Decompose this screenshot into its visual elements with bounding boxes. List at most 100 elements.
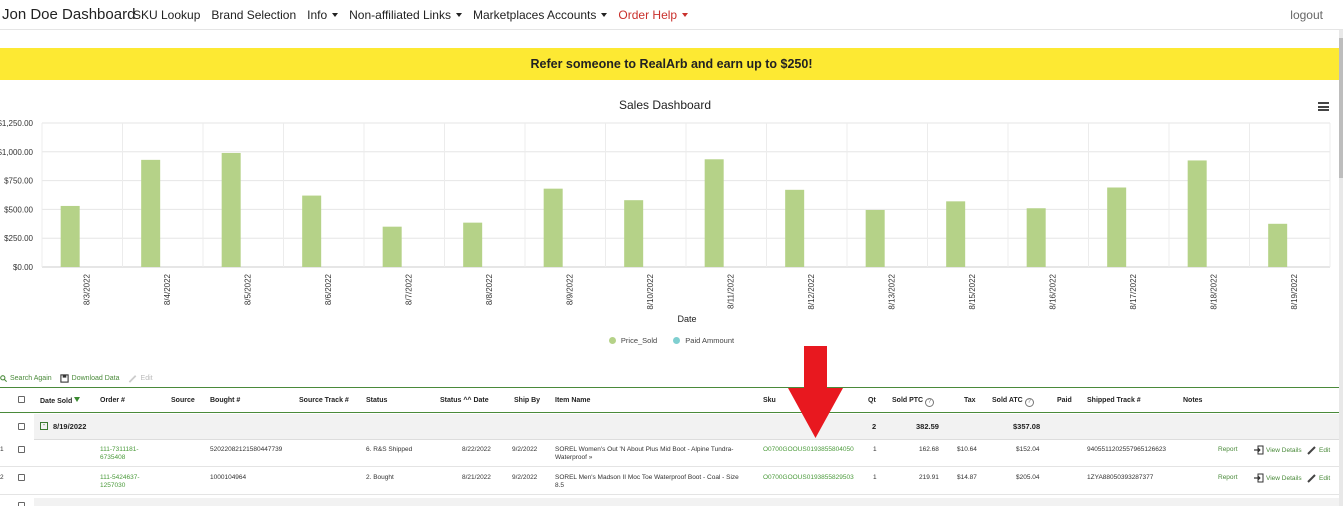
col-status-date[interactable]: Status ^^ Date [440,397,489,404]
col-paid[interactable]: Paid [1057,397,1072,404]
bar-8/19/2022[interactable] [1268,223,1288,267]
row-checkbox[interactable] [18,446,25,453]
y-tick-label: $500.00 [4,205,33,214]
save-disk-icon [60,374,69,383]
view-details-label: View Details [1266,474,1302,482]
bar-8/16/2022[interactable] [1026,208,1046,267]
col-date-sold[interactable]: Date Sold [40,397,81,405]
select-all-checkbox[interactable] [18,396,25,403]
bar-8/4/2022[interactable] [141,159,161,267]
group-date: 8/19/2022 [53,422,87,431]
order-number-link[interactable]: 111-5424637- 1257030 [100,474,160,490]
col-source[interactable]: Source [171,397,195,404]
x-tick-label: 8/6/2022 [324,273,333,305]
legend-item-price-sold[interactable]: Price_Sold [608,336,658,345]
group-row-partial [34,498,1339,506]
bar-8/12/2022[interactable] [785,189,805,267]
legend-label: Paid Ammount [685,336,735,345]
bar-8/11/2022[interactable] [704,159,724,267]
download-data-button[interactable]: Download Data [60,374,120,383]
bar-8/18/2022[interactable] [1187,160,1207,267]
nav-brand-selection[interactable]: Brand Selection [211,8,296,22]
col-tax[interactable]: Tax [964,397,976,404]
nav-brand-selection-label: Brand Selection [211,8,297,22]
help-icon[interactable]: ? [925,398,935,407]
nav-non-affiliated-links[interactable]: Non-affiliated Links [349,8,462,22]
report-link[interactable]: Report [1218,446,1238,453]
brand-title[interactable]: Jon Doe Dashboard [2,6,135,23]
group-checkbox[interactable] [18,423,25,430]
col-notes[interactable]: Notes [1183,397,1202,404]
expand-group-icon[interactable]: - [40,422,48,430]
legend-label: Price_Sold [620,336,658,345]
bar-8/8/2022[interactable] [463,222,483,267]
y-tick-label: $750.00 [4,177,33,186]
item-name-part: 8.5 [555,482,565,489]
bar-8/7/2022[interactable] [382,226,402,267]
group-sold-atc: $357.08 [1013,422,1041,431]
x-tick-label: 8/5/2022 [243,273,252,305]
y-tick-label: $1,250.00 [0,119,34,128]
bar-8/13/2022[interactable] [865,209,885,267]
status-value: 6. R&S Shipped [366,446,413,453]
help-icon[interactable]: ? [1024,398,1034,407]
x-tick-label: 8/16/2022 [1048,273,1057,309]
col-sold-ptc[interactable]: Sold PTC ? [892,397,935,407]
view-details-link[interactable]: View Details [1254,473,1302,483]
scrollbar-thumb[interactable] [1339,38,1343,178]
bar-8/17/2022[interactable] [1107,187,1127,267]
item-name: SOREL Women's Out 'N About Plus Mid Boot… [555,446,755,462]
col-bought[interactable]: Bought # [210,397,240,404]
nav-info[interactable]: Info [307,8,339,22]
search-again-label: Search Again [10,375,52,382]
pencil-icon [1307,446,1316,455]
col-date-sold-label: Date Sold [40,398,73,405]
col-order[interactable]: Order # [100,397,125,404]
col-qt[interactable]: Qt [868,397,876,404]
x-tick-label: 8/3/2022 [82,273,91,305]
col-ship-by[interactable]: Ship By [514,397,540,404]
edit-row-link[interactable]: Edit [1307,473,1330,483]
bar-8/3/2022[interactable] [60,205,80,267]
group-checkbox[interactable] [18,502,25,506]
col-status[interactable]: Status [366,397,387,404]
row-checkbox[interactable] [18,474,25,481]
status-date: 8/22/2022 [462,446,491,453]
bar-8/9/2022[interactable] [543,188,563,267]
edit-row-link[interactable]: Edit [1307,445,1330,455]
shipped-track: 1ZYA88050393287377 [1087,474,1154,481]
nav-marketplaces-accounts[interactable]: Marketplaces Accounts [473,8,608,22]
legend-item-paid-amount[interactable]: Paid Ammount [673,336,734,345]
col-item-name[interactable]: Item Name [555,397,590,404]
x-axis-label: Date [677,314,696,324]
logout-link[interactable]: logout [1290,8,1323,22]
x-tick-label: 8/4/2022 [163,273,172,305]
x-tick-label: 8/10/2022 [646,273,655,309]
nav-sku-lookup[interactable]: SKU Lookup [133,8,200,22]
chart-plot: $0.00 $250.00 $500.00 $750.00 $1,000.00 $1,25… [0,119,1331,324]
download-data-label: Download Data [71,375,120,382]
bar-8/15/2022[interactable] [946,201,966,267]
tax-value: $10.64 [957,446,977,453]
ship-by-date: 9/2/2022 [512,446,538,453]
pencil-icon [128,375,136,383]
sku-link[interactable]: O0700GOOUS0193855829503 [763,474,854,482]
report-link[interactable]: Report [1218,474,1238,481]
bar-8/6/2022[interactable] [302,195,322,267]
sku-link[interactable]: O0700GOOUS0193855804050 [763,446,854,454]
col-sku[interactable]: Sku [763,397,776,404]
search-again-button[interactable]: Search Again [0,374,52,383]
nav-order-help[interactable]: Order Help [618,8,689,22]
order-number-link[interactable]: 111-7311181- 6735408 [100,446,160,462]
col-source-track[interactable]: Source Track # [299,397,349,404]
view-details-link[interactable]: View Details [1254,445,1302,455]
col-sold-atc[interactable]: Sold ATC ? [992,397,1034,407]
vertical-scrollbar[interactable] [1339,30,1343,506]
bar-8/5/2022[interactable] [221,152,241,267]
bar-8/10/2022[interactable] [624,200,644,267]
row-index: 2 [0,474,4,481]
nav-non-affiliated-label: Non-affiliated Links [349,8,451,22]
referral-banner[interactable]: Refer someone to RealArb and earn up to … [0,48,1343,80]
edit-button-disabled[interactable]: Edit [128,374,153,383]
col-shipped-track[interactable]: Shipped Track # [1087,397,1141,404]
